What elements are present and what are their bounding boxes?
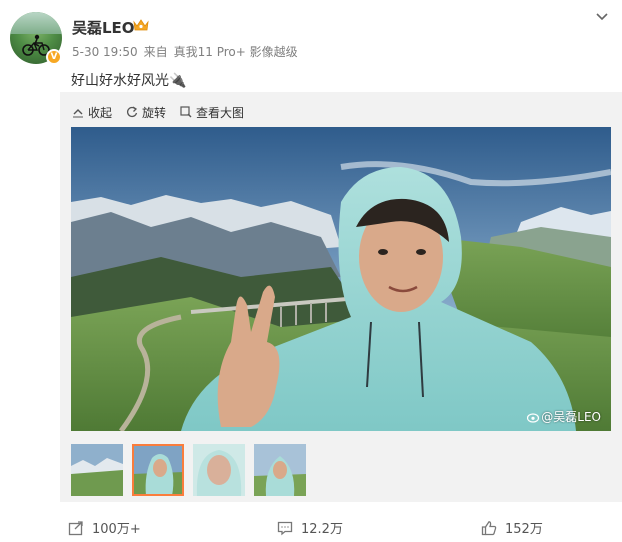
thumbnail-3[interactable]	[193, 444, 245, 496]
media-actions: 收起 旋转 查看大图	[72, 104, 258, 120]
media-panel: 收起 旋转 查看大图 @吴磊LEO	[60, 92, 622, 502]
watermark-text: @吴磊LEO	[541, 410, 601, 424]
chevron-down-icon[interactable]	[595, 10, 609, 24]
collapse-icon	[73, 109, 83, 118]
weibo-post-card: V 吴磊LEO 5-30 19:50 来自 真我11 Pro+ 影像越级 好山好水好…	[0, 0, 622, 542]
collapse-label: 收起	[88, 105, 113, 120]
watermark: @吴磊LEO	[527, 408, 601, 425]
comment-button[interactable]: 12.2万	[277, 518, 343, 537]
rotate-button[interactable]: 旋转	[126, 104, 166, 120]
thumbs-up-icon	[481, 520, 497, 535]
magnify-icon	[180, 106, 192, 118]
device-source[interactable]: 真我11 Pro+ 影像越级	[174, 45, 298, 59]
post-meta: 5-30 19:50 来自 真我11 Pro+ 影像越级	[72, 43, 304, 60]
crown-icon[interactable]	[133, 18, 149, 32]
repost-button[interactable]: 100万+	[68, 518, 141, 537]
post-text: 好山好水好风光🔌	[71, 73, 187, 89]
share-icon	[68, 520, 83, 535]
thumbnail-4[interactable]	[254, 444, 306, 496]
main-photo[interactable]: @吴磊LEO	[71, 127, 611, 431]
rotate-icon	[127, 106, 138, 118]
repost-count: 100万+	[92, 522, 141, 537]
thumbnail-strip	[71, 444, 315, 496]
like-count: 152万	[505, 522, 543, 537]
comment-icon	[277, 521, 293, 535]
post-footer: 100万+ 12.2万 152万	[0, 508, 622, 542]
view-large-button[interactable]: 查看大图	[180, 104, 244, 120]
verified-v-icon: V	[46, 49, 62, 65]
username[interactable]: 吴磊LEO	[72, 17, 135, 38]
view-large-label: 查看大图	[196, 105, 245, 120]
like-button[interactable]: 152万	[481, 518, 543, 537]
collapse-button[interactable]: 收起	[72, 104, 112, 120]
weibo-logo-icon	[527, 412, 540, 423]
post-time[interactable]: 5-30 19:50	[72, 45, 138, 59]
thumbnail-2[interactable]	[132, 444, 184, 496]
comment-count: 12.2万	[301, 522, 343, 537]
rotate-label: 旋转	[142, 105, 167, 120]
thumbnail-1[interactable]	[71, 444, 123, 496]
from-label: 来自	[143, 45, 168, 59]
